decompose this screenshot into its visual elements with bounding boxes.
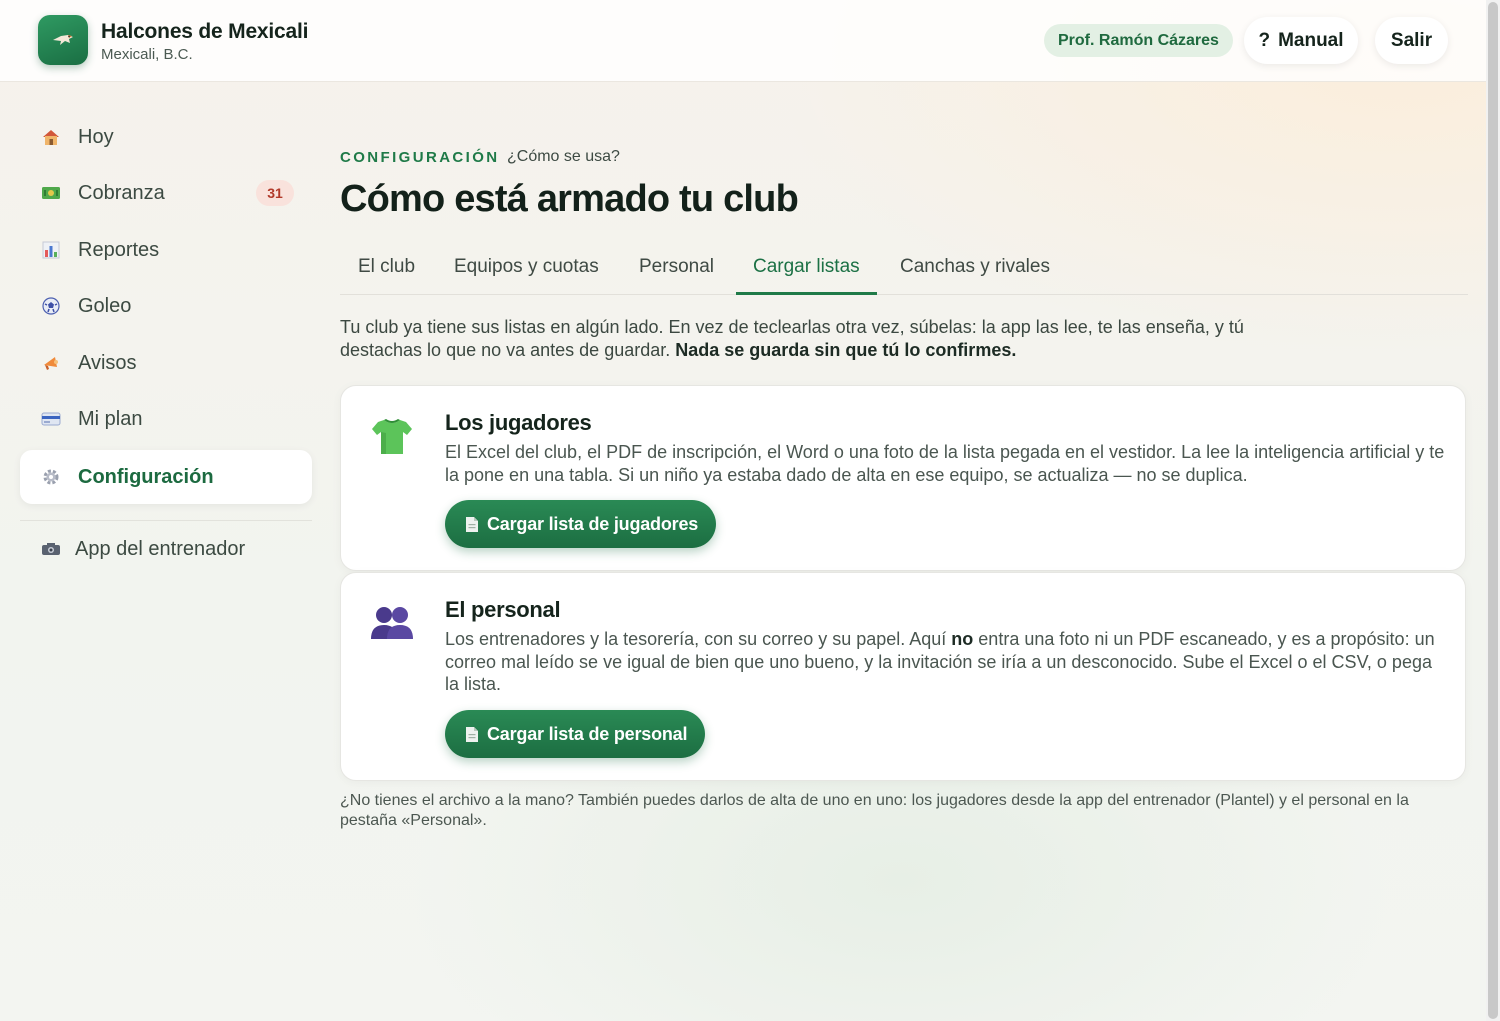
money-icon <box>40 182 62 204</box>
card-description: Los entrenadores y la tesorería, con su … <box>445 629 1435 694</box>
sidebar-item-label: Configuración <box>78 465 214 488</box>
credit-card-icon <box>40 408 62 430</box>
page-title: Cómo está armado tu club <box>340 178 799 220</box>
sidebar-item-label: Hoy <box>78 125 114 148</box>
button-label: Cargar lista de personal <box>487 723 688 744</box>
intro-emphasis: Nada se guarda sin que tú lo confirmes. <box>675 340 1017 360</box>
button-label: Cargar lista de jugadores <box>487 513 699 534</box>
sidebar-divider <box>20 520 312 521</box>
club-logo <box>38 15 88 65</box>
upload-players-button[interactable]: Cargar lista de jugadores <box>445 500 717 548</box>
sidebar-item-reportes[interactable]: Reportes <box>20 223 312 277</box>
club-city: Mexicali, B.C. <box>101 46 193 63</box>
sidebar-item-label: Mi plan <box>78 407 143 430</box>
tab-cargar-listas[interactable]: Cargar listas <box>736 244 877 295</box>
camera-icon <box>40 538 62 560</box>
sidebar-item-label: App del entrenador <box>75 537 246 560</box>
shirt-icon <box>369 416 417 460</box>
sidebar-item-configuracion[interactable]: Configuración <box>20 450 312 504</box>
document-icon <box>466 516 478 532</box>
staff-card: El personal Los entrenadores y la tesore… <box>340 572 1466 781</box>
bar-chart-icon <box>40 239 62 261</box>
help-link[interactable]: ¿Cómo se usa? <box>507 148 620 166</box>
megaphone-icon <box>40 352 62 374</box>
main-content: CONFIGURACIÓN ¿Cómo se usa? Cómo está ar… <box>340 0 1470 1021</box>
tab-personal[interactable]: Personal <box>622 244 731 295</box>
card-title: El personal <box>445 597 561 622</box>
document-icon <box>466 726 478 742</box>
card-description: El Excel del club, el PDF de inscripción… <box>445 442 1445 485</box>
sidebar-item-label: Reportes <box>78 238 160 261</box>
sidebar-item-goleo[interactable]: Goleo <box>20 279 312 333</box>
tab-canchas-rivales[interactable]: Canchas y rivales <box>883 244 1067 295</box>
sidebar-item-label: Avisos <box>78 351 137 374</box>
soccer-ball-icon <box>40 295 62 317</box>
tab-equipos-cuotas[interactable]: Equipos y cuotas <box>437 244 616 295</box>
gear-icon <box>40 466 62 488</box>
scrollbar[interactable] <box>1486 0 1500 1021</box>
players-card: Los jugadores El Excel del club, el PDF … <box>340 385 1466 571</box>
sidebar-item-hoy[interactable]: Hoy <box>20 110 312 164</box>
house-icon <box>40 126 62 148</box>
club-name: Halcones de Mexicali <box>101 20 309 43</box>
card-title: Los jugadores <box>445 410 592 435</box>
upload-staff-button[interactable]: Cargar lista de personal <box>445 710 706 758</box>
sidebar-item-avisos[interactable]: Avisos <box>20 336 312 390</box>
people-icon <box>369 603 417 647</box>
sidebar-item-mi-plan[interactable]: Mi plan <box>20 392 312 446</box>
intro-text: Tu club ya tiene sus listas en algún lad… <box>340 317 1244 360</box>
sidebar-item-label: Goleo <box>78 294 132 317</box>
section-label: CONFIGURACIÓN <box>340 149 500 166</box>
emphasis-no: no <box>951 629 974 649</box>
tab-el-club[interactable]: El club <box>341 244 432 295</box>
sidebar-item-label: Cobranza <box>78 181 165 204</box>
sidebar-item-app-entrenador[interactable]: App del entrenador <box>20 522 312 576</box>
pending-count-badge: 31 <box>256 180 294 206</box>
scrollbar-thumb[interactable] <box>1488 2 1498 1019</box>
tab-bar: El club Equipos y cuotas Personal Cargar… <box>340 244 1468 295</box>
falcon-icon <box>53 35 73 45</box>
sidebar-item-cobranza[interactable]: Cobranza 31 <box>20 166 312 220</box>
footnote: ¿No tienes el archivo a la mano? También… <box>340 792 1409 829</box>
